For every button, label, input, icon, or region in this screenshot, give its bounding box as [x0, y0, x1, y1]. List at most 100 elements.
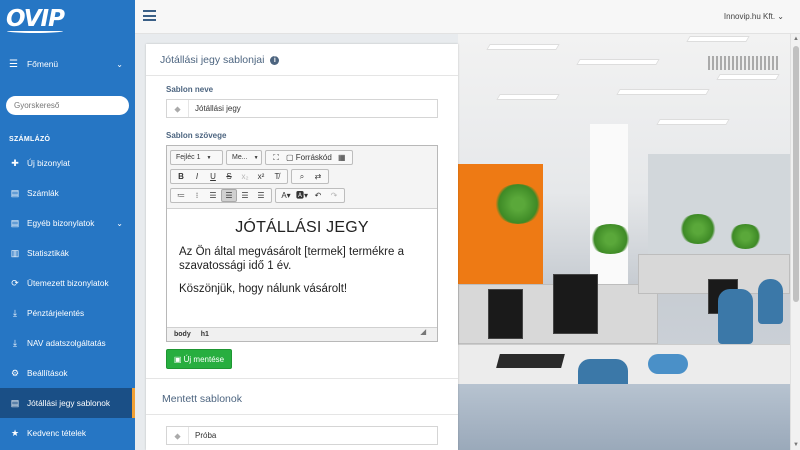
- document-icon: ▤: [10, 397, 20, 408]
- bullet-list-icon[interactable]: ⁝: [189, 189, 205, 202]
- sidebar-item-scheduled[interactable]: ⟳ Ütemezett bizonylatok: [0, 268, 135, 298]
- editor-toolbar-row-3: ≔ ⁝ ☰ ☰ ☰ ☰ A▾ 🅰▾ ↶ ↷: [170, 188, 346, 203]
- sidebar-item-label: Beállítások: [27, 368, 68, 378]
- scroll-up-icon[interactable]: ▲: [793, 36, 799, 42]
- chevron-down-icon: ⌄: [777, 12, 784, 21]
- numbered-list-icon[interactable]: ≔: [173, 189, 189, 202]
- sidebar-item-invoices[interactable]: ▤ Számlák: [0, 178, 135, 208]
- subscript-icon[interactable]: x₂: [237, 170, 253, 183]
- save-new-label: Új mentése: [183, 354, 225, 364]
- align-left-icon[interactable]: ☰: [205, 189, 221, 202]
- chevron-down-icon: ▼: [206, 154, 212, 161]
- scrollbar-thumb[interactable]: [793, 46, 799, 302]
- top-bar: Innovip.hu Kft. ⌄: [135, 0, 800, 34]
- path-item-body[interactable]: body: [174, 331, 191, 338]
- bar-chart-icon: ▥: [10, 247, 20, 258]
- superscript-icon[interactable]: x²: [253, 170, 269, 183]
- sidebar-item-warranty-templates[interactable]: ▤ Jótállási jegy sablonok: [0, 388, 135, 418]
- sidebar-item-label: Új bizonylat: [27, 158, 70, 168]
- saved-template-item[interactable]: ⬥ Próba: [166, 426, 438, 445]
- company-dropdown[interactable]: Innovip.hu Kft. ⌄: [724, 12, 784, 21]
- strikethrough-icon[interactable]: S: [221, 170, 237, 183]
- template-name-label: Sablon neve: [166, 85, 214, 94]
- size-combo-value: Me...: [232, 154, 248, 161]
- info-icon[interactable]: i: [270, 56, 280, 65]
- resize-handle-icon[interactable]: ◢: [421, 326, 426, 339]
- italic-icon[interactable]: I: [189, 170, 205, 183]
- panel-title-text: Jótállási jegy sablonjai: [160, 54, 265, 66]
- align-center-icon[interactable]: ☰: [221, 189, 237, 202]
- remove-format-icon[interactable]: T̸: [269, 170, 285, 183]
- warranty-templates-panel: Jótállási jegy sablonjai i Sablon neve ⬥…: [146, 44, 458, 450]
- maximize-icon[interactable]: ⛶: [268, 151, 284, 164]
- sidebar-item-label: Pénztárjelentés: [27, 308, 85, 318]
- chevron-down-icon: ⌄: [116, 59, 123, 69]
- source-icon: ▢: [286, 153, 294, 162]
- element-path-bar: body h1 ◢: [167, 327, 437, 341]
- plus-icon: ✚: [11, 157, 19, 168]
- search-icon[interactable]: ⌕: [294, 170, 310, 183]
- sidebar-item-nav-reporting[interactable]: ⤓ NAV adatszolgáltatás: [0, 328, 135, 358]
- sidebar-item-cash-report[interactable]: ⤓ Pénztárjelentés: [0, 298, 135, 328]
- tool-group-view: ⛶ ▢ Forráskód ▦: [265, 150, 353, 165]
- undo-icon[interactable]: ↶: [310, 189, 326, 202]
- star-icon: ★: [10, 427, 20, 438]
- document-icon: ▤: [10, 187, 20, 198]
- hamburger-icon: ☰: [9, 58, 18, 70]
- scroll-down-icon[interactable]: ▼: [793, 442, 799, 448]
- content-paragraph: Az Ön által megvásárolt [termek] termékr…: [179, 246, 404, 272]
- editor-toolbar-row-2: B I U S x₂ x² T̸ ⌕ ⇄: [170, 169, 329, 184]
- divider: [146, 414, 458, 415]
- save-new-button[interactable]: ▣ Új mentése: [166, 349, 232, 369]
- bold-icon[interactable]: B: [173, 170, 189, 183]
- editor-toolbar-row-1: Fejléc 1 ▼ Me... ▼ ⛶ ▢ Forráskód ▦: [170, 150, 353, 165]
- sidebar-item-favorites[interactable]: ★ Kedvenc tételek: [0, 418, 135, 448]
- quick-search-input[interactable]: [6, 96, 129, 115]
- align-right-icon[interactable]: ☰: [237, 189, 253, 202]
- divider: [146, 378, 458, 379]
- chevron-down-icon: ⌄: [116, 218, 123, 228]
- sidebar-item-other-documents[interactable]: ▤ Egyéb bizonylatok ⌄: [0, 208, 135, 238]
- sidebar-toggle-icon[interactable]: [143, 10, 156, 21]
- tool-group-colors: A▾ 🅰▾ ↶ ↷: [275, 188, 346, 203]
- sidebar-item-label: NAV adatszolgáltatás: [27, 338, 106, 348]
- sidebar: OVIP ☰ Főmenü ⌄ SZÁMLÁZÓ ✚ Új bizonylat …: [0, 0, 135, 450]
- tool-group-search: ⌕ ⇄: [291, 169, 329, 184]
- template-text-label: Sablon szövege: [166, 131, 227, 140]
- logo-swoosh: [7, 29, 63, 33]
- text-color-icon[interactable]: A▾: [278, 189, 294, 202]
- underline-icon[interactable]: U: [205, 170, 221, 183]
- background-color-icon[interactable]: 🅰▾: [294, 189, 310, 202]
- tool-group-text-style: B I U S x₂ x² T̸: [170, 169, 288, 184]
- template-name-value: Jótállási jegy: [195, 104, 241, 113]
- sidebar-item-statistics[interactable]: ▥ Statisztikák: [0, 238, 135, 268]
- sidebar-item-label: Számlák: [27, 188, 59, 198]
- sidebar-item-new-document[interactable]: ✚ Új bizonylat: [0, 148, 135, 178]
- tag-icon: ⬥: [167, 427, 189, 444]
- template-name-field[interactable]: ⬥ Jótállási jegy: [166, 99, 438, 118]
- source-label: Forráskód: [295, 153, 332, 162]
- page-scrollbar[interactable]: ▲ ▼: [790, 34, 800, 450]
- rich-text-editor: Fejléc 1 ▼ Me... ▼ ⛶ ▢ Forráskód ▦ B I U S…: [166, 145, 438, 342]
- align-justify-icon[interactable]: ☰: [253, 189, 269, 202]
- redo-icon[interactable]: ↷: [326, 189, 342, 202]
- path-item-h1[interactable]: h1: [201, 331, 209, 338]
- editor-content-area[interactable]: JÓTÁLLÁSI JEGY Az Ön által megvásárolt […: [167, 208, 437, 327]
- main-menu-label: Főmenü: [26, 59, 59, 69]
- chevron-down-icon: ▼: [253, 154, 259, 161]
- sidebar-item-settings[interactable]: ⚙ Beállítások: [0, 358, 135, 388]
- sidebar-item-label: Statisztikák: [27, 248, 69, 258]
- document-icon: ▤: [10, 217, 20, 228]
- refresh-icon: ⟳: [11, 277, 19, 288]
- table-icon[interactable]: ▦: [334, 151, 350, 164]
- size-combo[interactable]: Me... ▼: [226, 150, 262, 165]
- source-button[interactable]: ▢ Forráskód: [284, 151, 334, 164]
- background-office-photo: [458, 34, 790, 450]
- replace-icon[interactable]: ⇄: [310, 170, 326, 183]
- content-heading: JÓTÁLLÁSI JEGY: [235, 219, 369, 236]
- main-menu-toggle[interactable]: ☰ Főmenü ⌄: [0, 52, 135, 76]
- tag-icon: ⬥: [167, 100, 189, 117]
- format-combo[interactable]: Fejléc 1 ▼: [170, 150, 223, 165]
- download-icon: ⤓: [13, 307, 17, 318]
- sidebar-item-label: Ütemezett bizonylatok: [27, 278, 109, 288]
